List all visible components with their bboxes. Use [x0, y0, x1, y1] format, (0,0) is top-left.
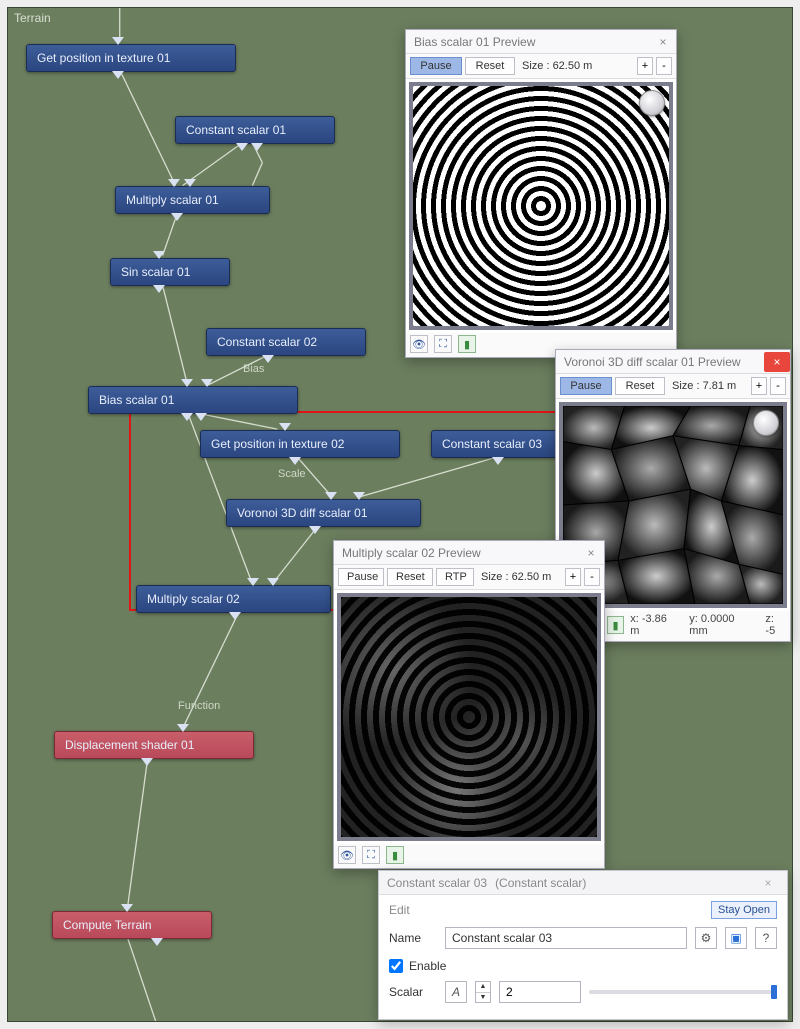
edge-label-bias: Bias	[243, 363, 264, 375]
scalar-input[interactable]	[499, 981, 581, 1003]
eye-icon[interactable]: 👁	[410, 335, 428, 353]
expand-icon[interactable]: ⛶	[434, 335, 452, 353]
node-label: Sin scalar 01	[121, 265, 190, 279]
size-label: Size : 7.81 m	[668, 380, 740, 392]
preview-title: Voronoi 3D diff scalar 01 Preview	[564, 355, 741, 369]
rings-rough-pattern	[341, 597, 597, 837]
coord-y: y: 0.0000 mm	[689, 613, 753, 637]
node-sin-scalar-1[interactable]: Sin scalar 01	[110, 258, 230, 286]
node-multiply-scalar-1[interactable]: Multiply scalar 01	[115, 186, 270, 214]
zoom-in-button[interactable]: +	[751, 377, 767, 395]
edit-menu[interactable]: Edit	[389, 903, 410, 917]
close-icon[interactable]: ×	[650, 32, 676, 52]
node-label: Bias scalar 01	[99, 393, 174, 407]
property-titlebar[interactable]: Constant scalar 03 (Constant scalar) ×	[379, 871, 787, 895]
reset-button[interactable]: Reset	[465, 57, 515, 75]
node-label: Compute Terrain	[63, 918, 152, 932]
node-label: Get position in texture 01	[37, 51, 170, 65]
node-label: Get position in texture 02	[211, 437, 344, 451]
zoom-in-button[interactable]: +	[565, 568, 581, 586]
close-icon[interactable]: ×	[578, 543, 604, 563]
size-label: Size : 62.50 m	[477, 571, 555, 583]
preview-multiply[interactable]: Multiply scalar 02 Preview × Pause Reset…	[333, 540, 605, 869]
rings-pattern	[413, 86, 669, 326]
node-label: Constant scalar 03	[442, 437, 542, 451]
zoom-out-button[interactable]: -	[770, 377, 786, 395]
stay-open-button[interactable]: Stay Open	[711, 901, 777, 919]
gyro-icon[interactable]	[639, 90, 665, 116]
node-bias-scalar-1[interactable]: Bias scalar 01	[88, 386, 298, 414]
property-title: Constant scalar 03	[387, 876, 487, 890]
preview-title: Multiply scalar 02 Preview	[342, 546, 481, 560]
close-icon[interactable]: ×	[757, 874, 779, 892]
node-voronoi-3d[interactable]: Voronoi 3D diff scalar 01	[226, 499, 421, 527]
node-get-position-1[interactable]: Get position in texture 01	[26, 44, 236, 72]
enable-checkbox[interactable]	[389, 959, 403, 973]
preview-titlebar[interactable]: Voronoi 3D diff scalar 01 Preview ×	[556, 350, 790, 374]
preview-image[interactable]	[409, 82, 673, 330]
expand-icon[interactable]: ⛶	[362, 846, 380, 864]
node-get-position-2[interactable]: Get position in texture 02	[200, 430, 400, 458]
slider-thumb[interactable]	[771, 985, 777, 999]
zoom-out-button[interactable]: -	[656, 57, 672, 75]
edge-label-function: Function	[178, 700, 220, 712]
coord-z: z: -5	[765, 613, 786, 637]
preview-toolbar: Pause Reset Size : 7.81 m + -	[556, 374, 790, 399]
property-type: (Constant scalar)	[495, 876, 586, 890]
pause-button[interactable]: Pause	[560, 377, 612, 395]
size-label: Size : 62.50 m	[518, 60, 596, 72]
scalar-mode-icon[interactable]: A	[445, 981, 467, 1003]
zoom-in-button[interactable]: +	[637, 57, 653, 75]
coord-x: x: -3.86 m	[630, 613, 677, 637]
property-panel[interactable]: Constant scalar 03 (Constant scalar) × E…	[378, 870, 788, 1020]
close-icon[interactable]: ×	[764, 352, 790, 372]
reset-button[interactable]: Reset	[387, 568, 433, 586]
node-graph-canvas[interactable]: Terrain Bias Scale Function Get position…	[7, 7, 793, 1022]
node-label: Constant scalar 02	[217, 335, 317, 349]
preview-titlebar[interactable]: Bias scalar 01 Preview ×	[406, 30, 676, 54]
node-label: Constant scalar 01	[186, 123, 286, 137]
scalar-stepper[interactable]: ▲▼	[475, 981, 491, 1003]
preview-image[interactable]	[337, 593, 601, 841]
flag-icon[interactable]: ▮	[458, 335, 476, 353]
flag-icon[interactable]: ▮	[386, 846, 404, 864]
preview-toolbar: Pause Reset Size : 62.50 m + -	[406, 54, 676, 79]
node-label: Multiply scalar 01	[126, 193, 219, 207]
preview-toolbar: Pause Reset RTP Size : 62.50 m + -	[334, 565, 604, 590]
scalar-label: Scalar	[389, 985, 437, 999]
node-multiply-scalar-2[interactable]: Multiply scalar 02	[136, 585, 331, 613]
name-input[interactable]	[445, 927, 687, 949]
image-icon[interactable]: ▣	[725, 927, 747, 949]
help-icon[interactable]: ?	[755, 927, 777, 949]
preview-title: Bias scalar 01 Preview	[414, 35, 535, 49]
preview-bias-scalar[interactable]: Bias scalar 01 Preview × Pause Reset Siz…	[405, 29, 677, 358]
zoom-out-button[interactable]: -	[584, 568, 600, 586]
node-compute-terrain[interactable]: Compute Terrain	[52, 911, 212, 939]
rtp-button[interactable]: RTP	[436, 568, 474, 586]
reset-button[interactable]: Reset	[615, 377, 665, 395]
gyro-icon[interactable]	[753, 410, 779, 436]
preview-statusbar: 👁 ⛶ ▮	[334, 844, 604, 868]
pause-button[interactable]: Pause	[338, 568, 384, 586]
node-label: Voronoi 3D diff scalar 01	[237, 506, 368, 520]
pause-button[interactable]: Pause	[410, 57, 462, 75]
scalar-slider[interactable]	[589, 990, 777, 994]
eye-icon[interactable]: 👁	[338, 846, 356, 864]
enable-label: Enable	[409, 959, 446, 973]
flag-icon[interactable]: ▮	[607, 616, 624, 634]
node-label: Multiply scalar 02	[147, 592, 240, 606]
gear-icon[interactable]: ⚙	[695, 927, 717, 949]
name-label: Name	[389, 931, 437, 945]
node-displacement-shader[interactable]: Displacement shader 01	[54, 731, 254, 759]
preview-titlebar[interactable]: Multiply scalar 02 Preview ×	[334, 541, 604, 565]
node-constant-scalar-2[interactable]: Constant scalar 02	[206, 328, 366, 356]
node-constant-scalar-1[interactable]: Constant scalar 01	[175, 116, 335, 144]
node-label: Displacement shader 01	[65, 738, 194, 752]
